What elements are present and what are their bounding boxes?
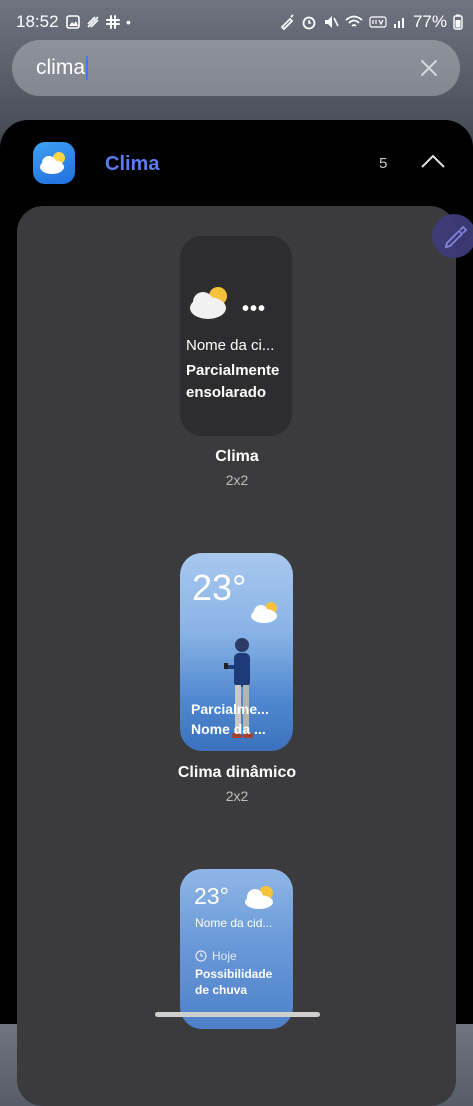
condition-line-1: Parcialme... [191,701,269,717]
partly-sunny-icon [190,287,227,319]
search-query: clima [36,56,86,79]
volte-icon [369,16,387,28]
system-icons: 77% [279,12,463,32]
more-dots: ••• [242,298,267,320]
status-bar: 18:52 • 77% [0,0,473,44]
widget-temperature: 23° [192,567,247,608]
partly-sunny-icon [251,602,277,623]
result-count: 5 [379,155,388,172]
gallery-icon [66,15,80,29]
chevron-up-icon[interactable] [420,152,446,170]
widget-today: Hoje [195,949,237,963]
search-bar[interactable]: clima [12,40,460,96]
widget-city: Nome da cid... [195,916,273,930]
app-result-title[interactable]: Clima [105,153,159,176]
pencil-icon [444,225,468,249]
status-time: 18:52 [16,12,59,31]
widget-size: 2x2 [225,788,249,804]
dot-icon: • [126,14,131,30]
battery-icon [453,14,463,30]
widget-condition: Parcialmente ensolarado [186,362,280,401]
widget-forecast: Possibilidade de chuva [195,967,273,997]
today-label: Hoje [212,949,237,963]
widget-temperature: 23° [194,883,229,909]
weather-app-icon[interactable] [33,142,75,184]
clock-icon [195,950,207,962]
partly-sunny-icon [245,886,273,909]
nfc-icon [87,16,99,28]
home-indicator[interactable] [155,1012,320,1017]
widget-name: Clima dinâmico [177,764,297,781]
condition-line-2: Nome da ... [191,721,266,737]
search-input[interactable]: clima [36,56,89,81]
widget-preview-clima-dinamico[interactable]: 23° Parcialme... Nome da ... [180,553,293,751]
signal-icon [393,18,404,28]
widget-condition: Parcialme... Nome da ... [191,699,291,739]
widget-preview-forecast[interactable]: 23° Nome da cid... Hoje Possibilidade de… [180,869,293,1029]
edit-button[interactable] [432,214,473,258]
widget-size: 2x2 [225,472,249,488]
pen-icon [280,14,294,30]
battery-percentage: 77% [412,12,447,31]
notification-icons: • [66,14,131,30]
clear-search-icon[interactable] [416,55,442,81]
mute-icon [324,16,339,28]
alarm-icon [302,16,316,30]
widget-preview-clima[interactable]: ••• Nome da ci... Parcialmente ensolarad… [180,236,292,436]
text-cursor [86,56,89,81]
wifi-icon [345,15,363,27]
widget-city: Nome da ci... [186,337,275,354]
widget-name: Clima [215,448,259,465]
slack-icon [106,15,120,29]
